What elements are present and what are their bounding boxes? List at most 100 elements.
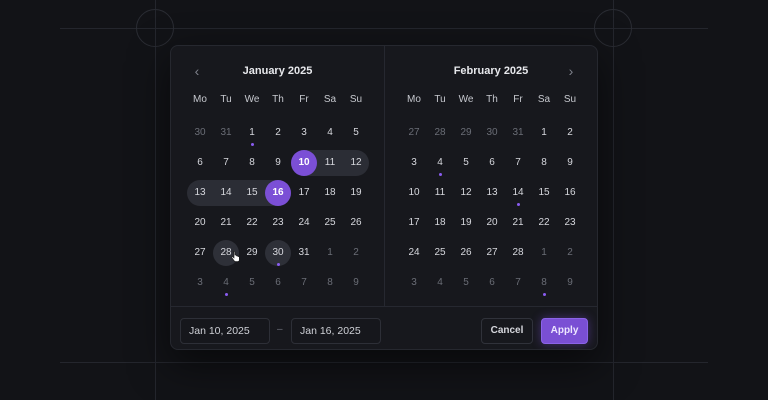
day-cell[interactable]: 2	[557, 118, 583, 148]
day-cell[interactable]: 11	[427, 178, 453, 208]
day-cell-selected[interactable]: 16	[265, 178, 291, 208]
day-number: 6	[197, 157, 203, 168]
day-cell[interactable]: 6	[479, 148, 505, 178]
day-cell[interactable]: 9	[265, 148, 291, 178]
day-cell[interactable]: 22	[531, 208, 557, 238]
day-cell[interactable]: 23	[557, 208, 583, 238]
day-cell-outside[interactable]: 7	[505, 268, 531, 298]
day-cell[interactable]: 25	[317, 208, 343, 238]
day-cell[interactable]: 10	[401, 178, 427, 208]
day-cell[interactable]: 21	[213, 208, 239, 238]
day-cell[interactable]: 27	[187, 238, 213, 268]
day-cell[interactable]: 9	[557, 148, 583, 178]
day-cell[interactable]: 3	[401, 148, 427, 178]
day-cell[interactable]: 22	[239, 208, 265, 238]
day-cell[interactable]: 1	[239, 118, 265, 148]
apply-button[interactable]: Apply	[541, 318, 588, 344]
day-cell[interactable]: 23	[265, 208, 291, 238]
day-cell[interactable]: 2	[265, 118, 291, 148]
day-cell[interactable]: 18	[427, 208, 453, 238]
day-number: 2	[353, 247, 359, 258]
day-cell[interactable]: 12	[453, 178, 479, 208]
day-cell[interactable]: 4	[317, 118, 343, 148]
day-cell-outside[interactable]: 3	[187, 268, 213, 298]
day-cell[interactable]: 16	[557, 178, 583, 208]
day-cell-outside[interactable]: 4	[427, 268, 453, 298]
day-cell-outside[interactable]: 7	[291, 268, 317, 298]
day-cell[interactable]: 7	[505, 148, 531, 178]
day-number: 31	[298, 247, 310, 258]
day-cell[interactable]: 19	[343, 178, 369, 208]
day-cell-outside[interactable]: 31	[213, 118, 239, 148]
day-cell[interactable]: 20	[187, 208, 213, 238]
day-cell[interactable]: 6	[187, 148, 213, 178]
day-cell-outside[interactable]: 3	[401, 268, 427, 298]
day-cell-outside[interactable]: 9	[343, 268, 369, 298]
day-cell[interactable]: 26	[343, 208, 369, 238]
day-cell[interactable]: 17	[401, 208, 427, 238]
day-cell[interactable]: 18	[317, 178, 343, 208]
day-cell-outside[interactable]: 29	[453, 118, 479, 148]
day-number: 29	[246, 247, 258, 258]
day-cell-outside[interactable]: 2	[343, 238, 369, 268]
day-cell-outside[interactable]: 30	[187, 118, 213, 148]
day-cell[interactable]: 5	[453, 148, 479, 178]
weekday-row: Mo Tu We Th Fr Sa Su	[401, 92, 583, 108]
day-cell[interactable]: 30	[265, 238, 291, 268]
day-cell-outside[interactable]: 31	[505, 118, 531, 148]
day-cell[interactable]: 17	[291, 178, 317, 208]
day-cell-outside[interactable]: 8	[317, 268, 343, 298]
day-cell-outside[interactable]: 2	[557, 238, 583, 268]
day-cell-outside[interactable]: 9	[557, 268, 583, 298]
day-cell[interactable]: 31	[291, 238, 317, 268]
day-cell[interactable]: 13	[479, 178, 505, 208]
day-number: 1	[327, 247, 333, 258]
day-number: 27	[408, 127, 420, 138]
day-number: 31	[220, 127, 232, 138]
day-cell-outside[interactable]: 5	[453, 268, 479, 298]
day-cell-outside[interactable]: 5	[239, 268, 265, 298]
day-cell[interactable]: 5	[343, 118, 369, 148]
chevron-right-icon[interactable]: ›	[562, 62, 580, 80]
day-cell-outside[interactable]: 28	[427, 118, 453, 148]
day-number: 7	[223, 157, 229, 168]
day-cell[interactable]: 7	[213, 148, 239, 178]
day-cell-outside[interactable]: 6	[265, 268, 291, 298]
day-cell[interactable]: 14	[213, 178, 239, 208]
day-cell-outside[interactable]: 6	[479, 268, 505, 298]
day-cell[interactable]: 13	[187, 178, 213, 208]
day-cell[interactable]: 24	[291, 208, 317, 238]
day-cell-outside[interactable]: 1	[531, 238, 557, 268]
day-cell[interactable]: 15	[239, 178, 265, 208]
start-date-input[interactable]: Jan 10, 2025	[180, 318, 270, 344]
day-cell[interactable]: 12	[343, 148, 369, 178]
day-cell-outside[interactable]: 30	[479, 118, 505, 148]
day-cell-selected[interactable]: 10	[291, 148, 317, 178]
day-cell[interactable]: 11	[317, 148, 343, 178]
day-cell[interactable]: 27	[479, 238, 505, 268]
day-cell[interactable]: 1	[531, 118, 557, 148]
day-cell[interactable]: 24	[401, 238, 427, 268]
day-cell[interactable]: 21	[505, 208, 531, 238]
day-cell[interactable]: 20	[479, 208, 505, 238]
day-cell-outside[interactable]: 27	[401, 118, 427, 148]
day-cell[interactable]: 28	[505, 238, 531, 268]
day-cell[interactable]: 8	[531, 148, 557, 178]
day-cell[interactable]: 3	[291, 118, 317, 148]
day-cell[interactable]: 8	[239, 148, 265, 178]
weekday-row: Mo Tu We Th Fr Sa Su	[187, 92, 369, 108]
day-cell[interactable]: 19	[453, 208, 479, 238]
day-cell[interactable]: 26	[453, 238, 479, 268]
day-cell[interactable]: 25	[427, 238, 453, 268]
day-number: 5	[463, 277, 469, 288]
day-cell[interactable]: 4	[427, 148, 453, 178]
day-cell-outside[interactable]: 1	[317, 238, 343, 268]
day-cell[interactable]: 29	[239, 238, 265, 268]
day-cell-outside[interactable]: 4	[213, 268, 239, 298]
end-date-input[interactable]: Jan 16, 2025	[291, 318, 381, 344]
cancel-button[interactable]: Cancel	[481, 318, 533, 344]
day-cell[interactable]: 15	[531, 178, 557, 208]
day-cell-outside[interactable]: 8	[531, 268, 557, 298]
day-number: 31	[512, 127, 524, 138]
day-cell[interactable]: 14	[505, 178, 531, 208]
